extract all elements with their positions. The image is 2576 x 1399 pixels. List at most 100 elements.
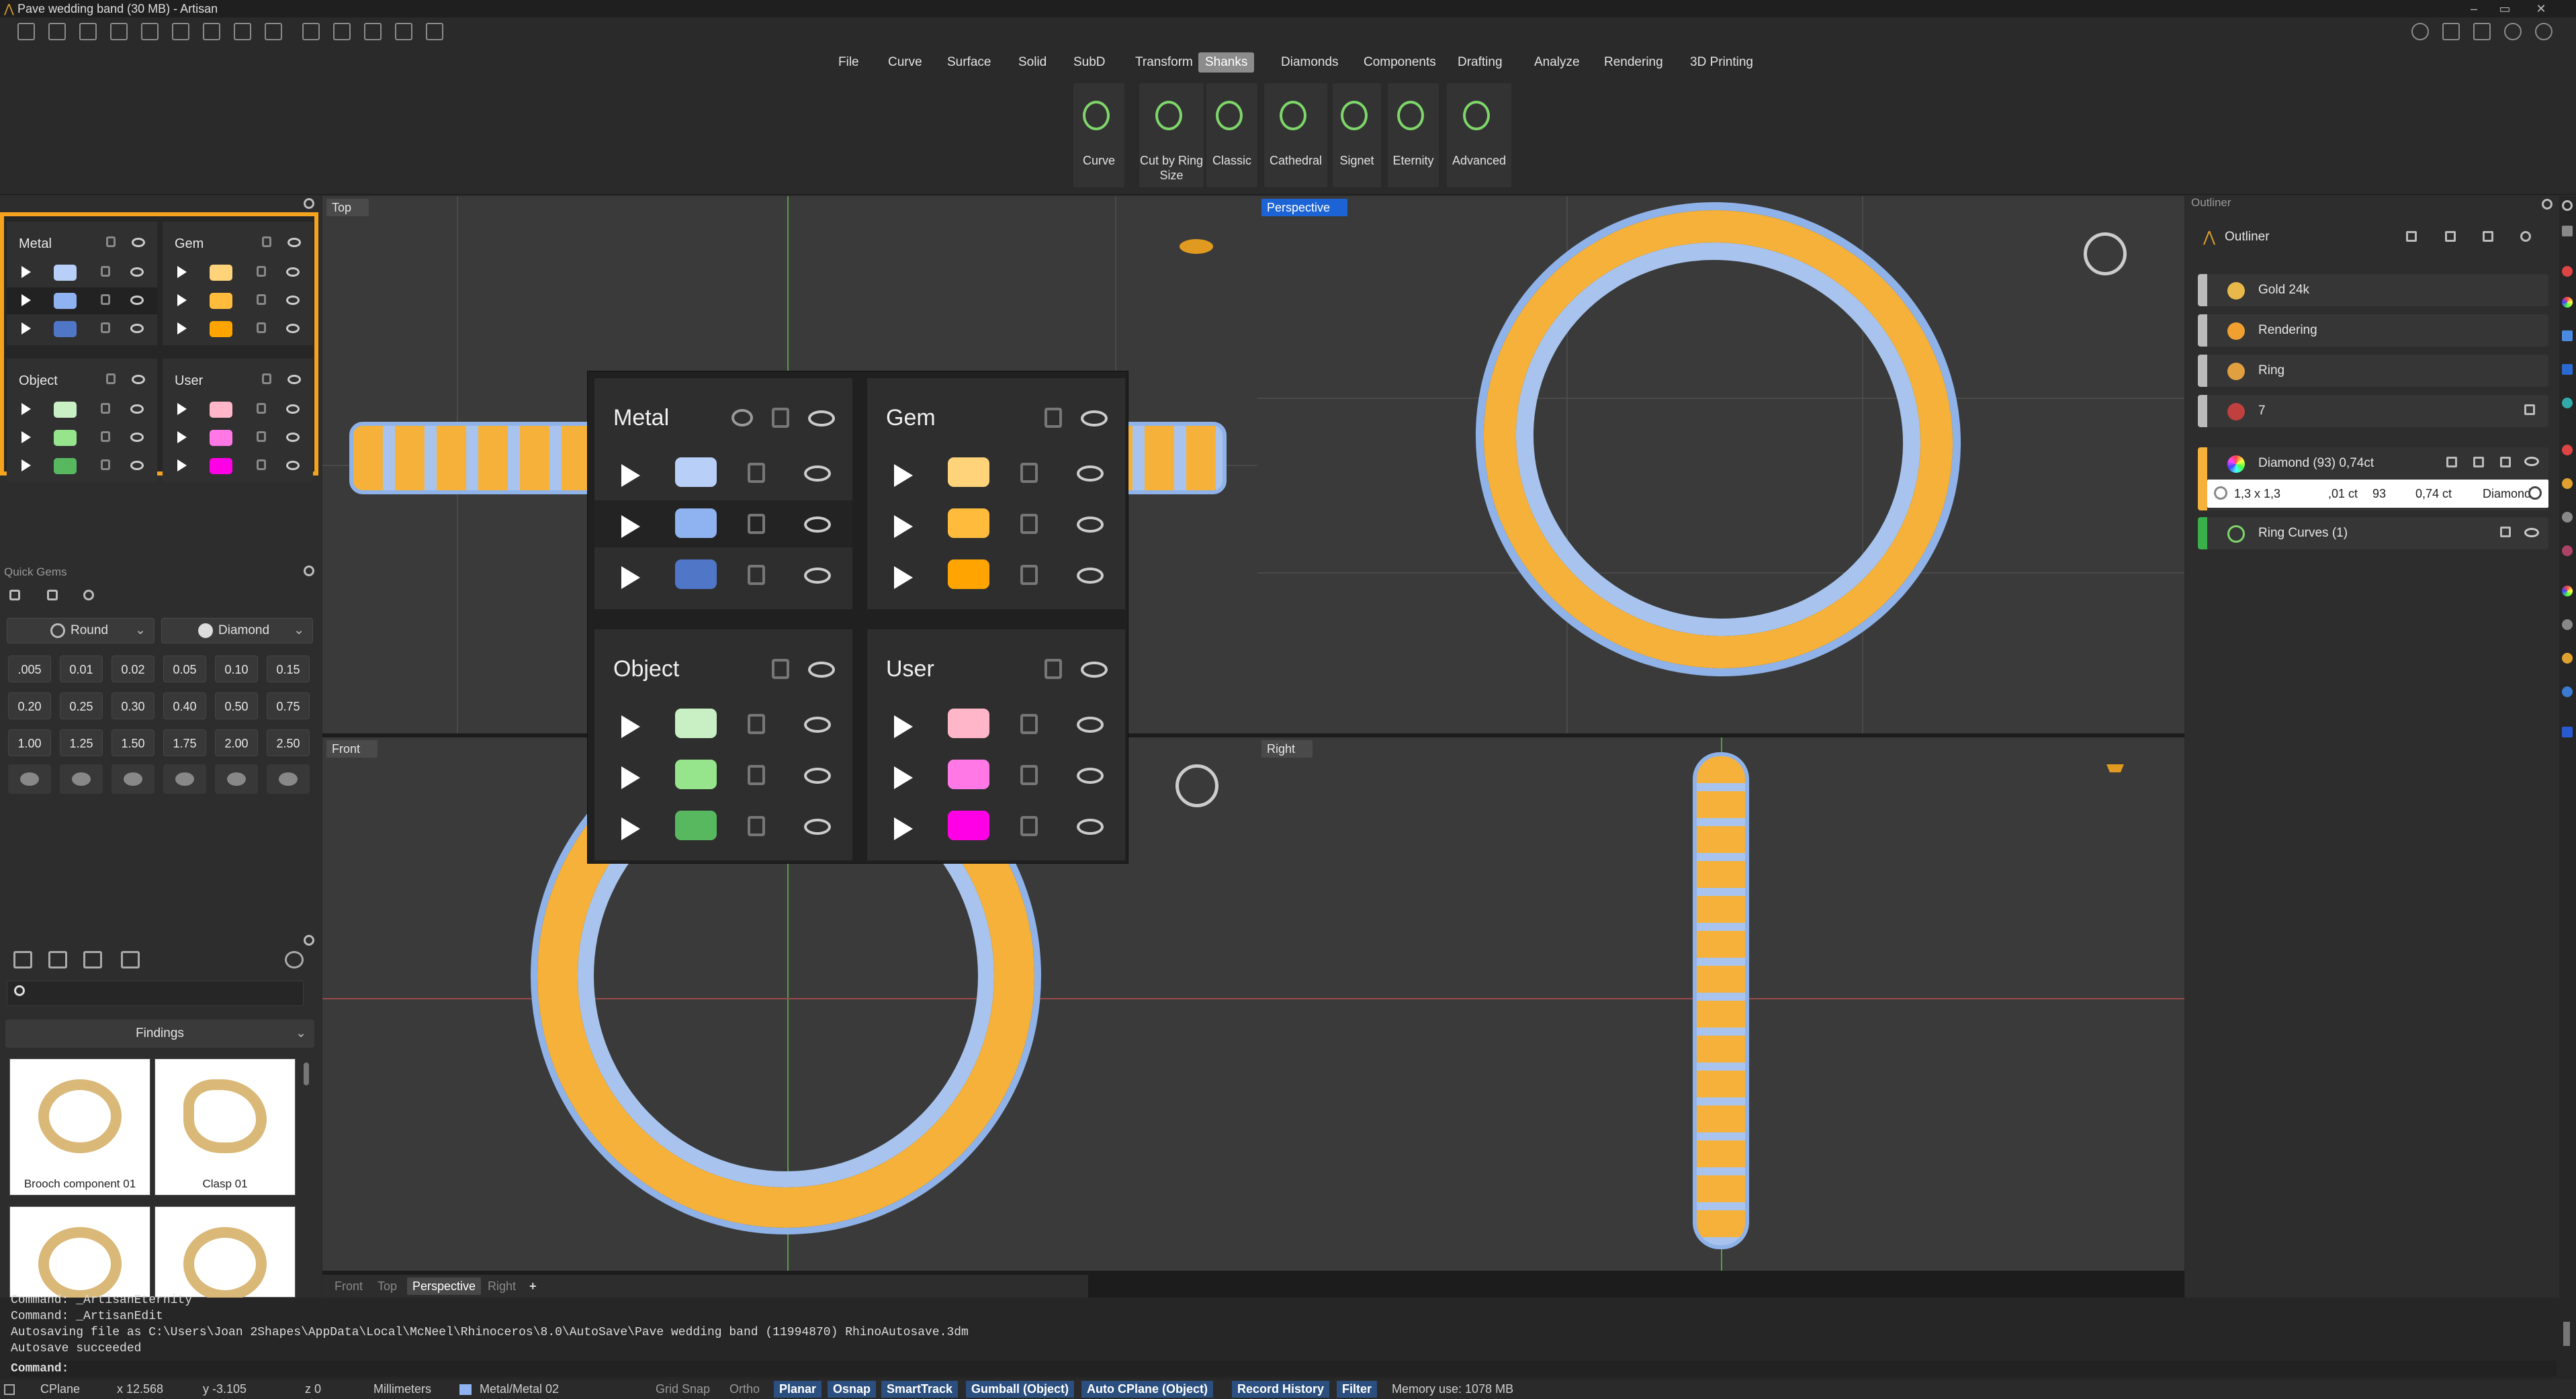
tab-top[interactable]: Top — [372, 1277, 402, 1295]
eye-icon[interactable] — [130, 461, 144, 470]
layer-color-swatch[interactable] — [54, 321, 77, 337]
ribbon-curve-button[interactable]: Curve — [1073, 83, 1124, 187]
play-icon[interactable] — [177, 294, 187, 306]
play-icon[interactable] — [894, 464, 913, 487]
popup-layer-row[interactable] — [867, 551, 1125, 598]
lock-icon[interactable] — [257, 403, 266, 414]
user-icon[interactable] — [2562, 545, 2573, 556]
tab-perspective[interactable]: Perspective — [407, 1277, 482, 1295]
eye-icon[interactable] — [2524, 528, 2539, 537]
play-icon[interactable] — [177, 266, 187, 278]
library-grid-icon[interactable] — [121, 951, 140, 968]
layers-icon[interactable] — [2562, 330, 2573, 341]
array-icon[interactable] — [395, 23, 412, 40]
layer-row[interactable] — [163, 316, 313, 343]
popup-layer-row[interactable] — [867, 803, 1125, 850]
gem-cut-button[interactable] — [163, 764, 206, 794]
eye-icon[interactable] — [1077, 568, 1104, 584]
gear-icon[interactable] — [304, 198, 314, 209]
layer-color-swatch[interactable] — [675, 709, 717, 738]
play-icon[interactable] — [621, 817, 640, 840]
lock-icon[interactable] — [772, 408, 789, 428]
library-item[interactable] — [154, 1206, 296, 1301]
outliner-row-rendering[interactable]: Rendering — [2198, 314, 2548, 347]
lock-icon[interactable] — [772, 659, 789, 679]
play-icon[interactable] — [177, 322, 187, 334]
menu-surface[interactable]: Surface — [940, 52, 997, 73]
layer-row[interactable] — [7, 453, 157, 480]
lock-icon[interactable] — [1045, 659, 1062, 679]
perspective-viewport[interactable]: Perspective — [1257, 196, 2184, 733]
layer-color-swatch[interactable] — [54, 458, 77, 474]
eye-icon[interactable] — [132, 375, 145, 384]
gem-icon[interactable] — [2562, 445, 2573, 455]
play-icon[interactable] — [21, 294, 31, 306]
new-file-icon[interactable] — [17, 23, 35, 40]
eye-icon[interactable] — [804, 768, 831, 784]
tab-right[interactable]: Right — [482, 1277, 521, 1295]
menu-shanks[interactable]: Shanks — [1198, 52, 1255, 73]
popup-layer-row[interactable] — [594, 500, 852, 547]
cplane-label[interactable]: CPlane — [35, 1380, 85, 1399]
play-icon[interactable] — [894, 515, 913, 538]
open-file-icon[interactable] — [79, 23, 97, 40]
ring-icon[interactable] — [2562, 478, 2573, 489]
layer-color-swatch[interactable] — [54, 265, 77, 281]
eye-icon[interactable] — [804, 819, 831, 835]
play-icon[interactable] — [621, 515, 640, 538]
ribbon-cut-by-ring-size-button[interactable]: Cut by Ring Size — [1139, 83, 1204, 187]
right-viewport[interactable]: Right — [1257, 737, 2184, 1271]
lock-icon[interactable] — [101, 431, 110, 442]
menu-transform[interactable]: Transform — [1128, 52, 1200, 73]
lock-icon[interactable] — [262, 236, 271, 247]
play-icon[interactable] — [177, 403, 187, 415]
library-category-select[interactable]: Findings ⌄ — [5, 1020, 314, 1048]
popup-layer-row[interactable] — [867, 500, 1125, 547]
eye-icon[interactable] — [1077, 768, 1104, 784]
play-icon[interactable] — [21, 322, 31, 334]
library-item[interactable] — [9, 1206, 150, 1301]
layer-color-swatch[interactable] — [948, 709, 989, 738]
lock-icon[interactable] — [748, 816, 765, 836]
eye-icon[interactable] — [130, 433, 144, 442]
play-icon[interactable] — [621, 464, 640, 487]
settings-icon-1[interactable] — [2442, 23, 2460, 40]
play-icon[interactable] — [21, 266, 31, 278]
layer-color-swatch[interactable] — [210, 293, 232, 309]
gem-shape-select[interactable]: Round ⌄ — [7, 618, 154, 643]
play-icon[interactable] — [177, 431, 187, 443]
outliner-row-7[interactable]: 7 — [2198, 395, 2548, 427]
layer-row[interactable] — [163, 453, 313, 480]
library-item-brooch-component[interactable]: Brooch component 01 — [9, 1058, 150, 1195]
eye-icon[interactable] — [804, 516, 831, 533]
menu-subd[interactable]: SubD — [1067, 52, 1112, 73]
gem-size-button[interactable]: 2.00 — [215, 729, 258, 756]
play-icon[interactable] — [21, 403, 31, 415]
ribbon-eternity-button[interactable]: Eternity — [1388, 83, 1439, 187]
layer-row[interactable] — [7, 316, 157, 343]
gem-size-button[interactable]: 1.00 — [8, 729, 51, 756]
layer-color-swatch[interactable] — [675, 457, 717, 487]
layer-row[interactable] — [163, 424, 313, 451]
eye-icon[interactable] — [1077, 819, 1104, 835]
lock-icon[interactable] — [106, 373, 116, 384]
lasso-icon[interactable] — [333, 23, 351, 40]
gem-size-button[interactable]: 0.50 — [215, 692, 258, 719]
ribbon-cathedral-button[interactable]: Cathedral — [1264, 83, 1327, 187]
lock-icon[interactable] — [106, 236, 116, 247]
gem-size-button[interactable]: 0.02 — [112, 656, 154, 682]
gem-size-button[interactable]: 1.75 — [163, 729, 206, 756]
popup-layer-row[interactable] — [867, 752, 1125, 799]
gem-settings-icon[interactable] — [83, 590, 94, 600]
layer-row[interactable] — [163, 396, 313, 423]
layer-color-swatch[interactable] — [675, 508, 717, 538]
layer-row[interactable] — [7, 287, 157, 314]
smarttrack-toggle[interactable]: SmartTrack — [881, 1381, 959, 1398]
library-item-clasp[interactable]: Clasp 01 — [154, 1058, 296, 1195]
gear-icon[interactable] — [2562, 200, 2573, 211]
eye-icon[interactable] — [1081, 410, 1108, 426]
layer-row[interactable] — [7, 424, 157, 451]
add-viewport-icon[interactable]: + — [524, 1277, 542, 1295]
front-viewport-label[interactable]: Front — [326, 740, 378, 758]
menu-drafting[interactable]: Drafting — [1451, 52, 1509, 73]
